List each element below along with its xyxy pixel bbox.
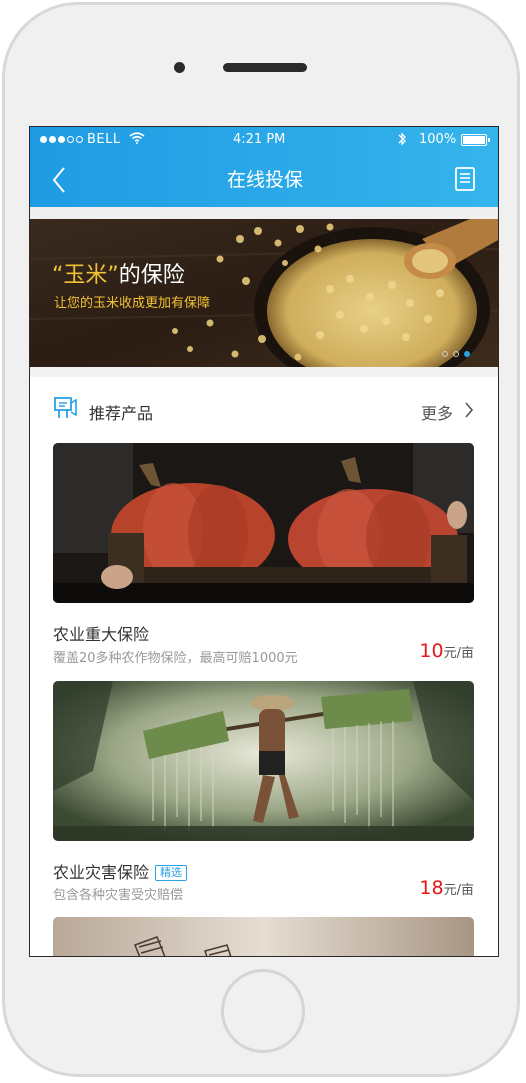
product-description: 覆盖20多种农作物保险，最高可赔1000元 (53, 651, 298, 666)
banner-title: “玉米”的保险 (52, 257, 185, 289)
banner-title-rest: 的保险 (118, 263, 185, 288)
phone-frame: BELL 4:21 PM 100% 在线投保 “玉米”的保险 让您的玉米收成更加… (0, 0, 526, 1083)
bluetooth-icon (397, 131, 407, 151)
price-value: 18 (419, 877, 444, 899)
price-unit: 元/亩 (443, 646, 474, 661)
carrier-name: BELL (87, 132, 121, 147)
carousel-dot[interactable] (453, 351, 459, 357)
banner-carousel[interactable]: “玉米”的保险 让您的玉米收成更加有保障 (30, 219, 498, 367)
app-header: BELL 4:21 PM 100% 在线投保 (30, 127, 498, 207)
status-bar: BELL 4:21 PM 100% (30, 127, 498, 153)
battery-percentage: 100% (419, 132, 457, 147)
status-time: 4:21 PM (233, 132, 286, 147)
product-price: 18元/亩 (419, 877, 474, 899)
product-price: 10元/亩 (419, 640, 474, 662)
product-image-rice-farmer[interactable] (53, 681, 474, 841)
chevron-right-icon[interactable] (464, 401, 474, 423)
banner-title-highlight: “玉米” (52, 263, 119, 288)
page-title: 在线投保 (226, 169, 303, 191)
earpiece-speaker (223, 63, 307, 72)
product-name[interactable]: 农业重大保险 (53, 621, 149, 645)
wifi-icon (129, 132, 145, 148)
product-name[interactable]: 农业灾害保险 精选 (53, 859, 188, 883)
more-link[interactable]: 更多 (421, 400, 453, 424)
header-shadow (30, 207, 498, 219)
featured-tag: 精选 (155, 865, 188, 881)
price-value: 10 (419, 640, 444, 662)
recommend-product-icon (52, 395, 78, 421)
section-divider (30, 367, 498, 377)
product-image-windmill[interactable] (53, 917, 474, 956)
document-icon[interactable] (454, 166, 476, 192)
app-screen: BELL 4:21 PM 100% 在线投保 “玉米”的保险 让您的玉米收成更加… (29, 126, 499, 957)
carousel-indicator (442, 351, 470, 357)
signal-strength-icon (40, 136, 83, 143)
section-title: 推荐产品 (89, 404, 154, 423)
home-button[interactable] (221, 969, 305, 1053)
product-description: 包含各种灾害受灾赔偿 (53, 888, 184, 903)
recommended-header: 推荐产品 更多 (30, 377, 498, 443)
product-name-text: 农业灾害保险 (53, 863, 150, 882)
price-unit: 元/亩 (443, 883, 474, 898)
carousel-dot-active[interactable] (464, 351, 470, 357)
nav-bar: 在线投保 (30, 153, 498, 207)
front-camera (174, 62, 185, 73)
product-image-pumpkin[interactable] (53, 443, 474, 603)
battery-icon (461, 134, 490, 146)
banner-subtitle: 让您的玉米收成更加有保障 (54, 296, 211, 311)
carousel-dot[interactable] (442, 351, 448, 357)
